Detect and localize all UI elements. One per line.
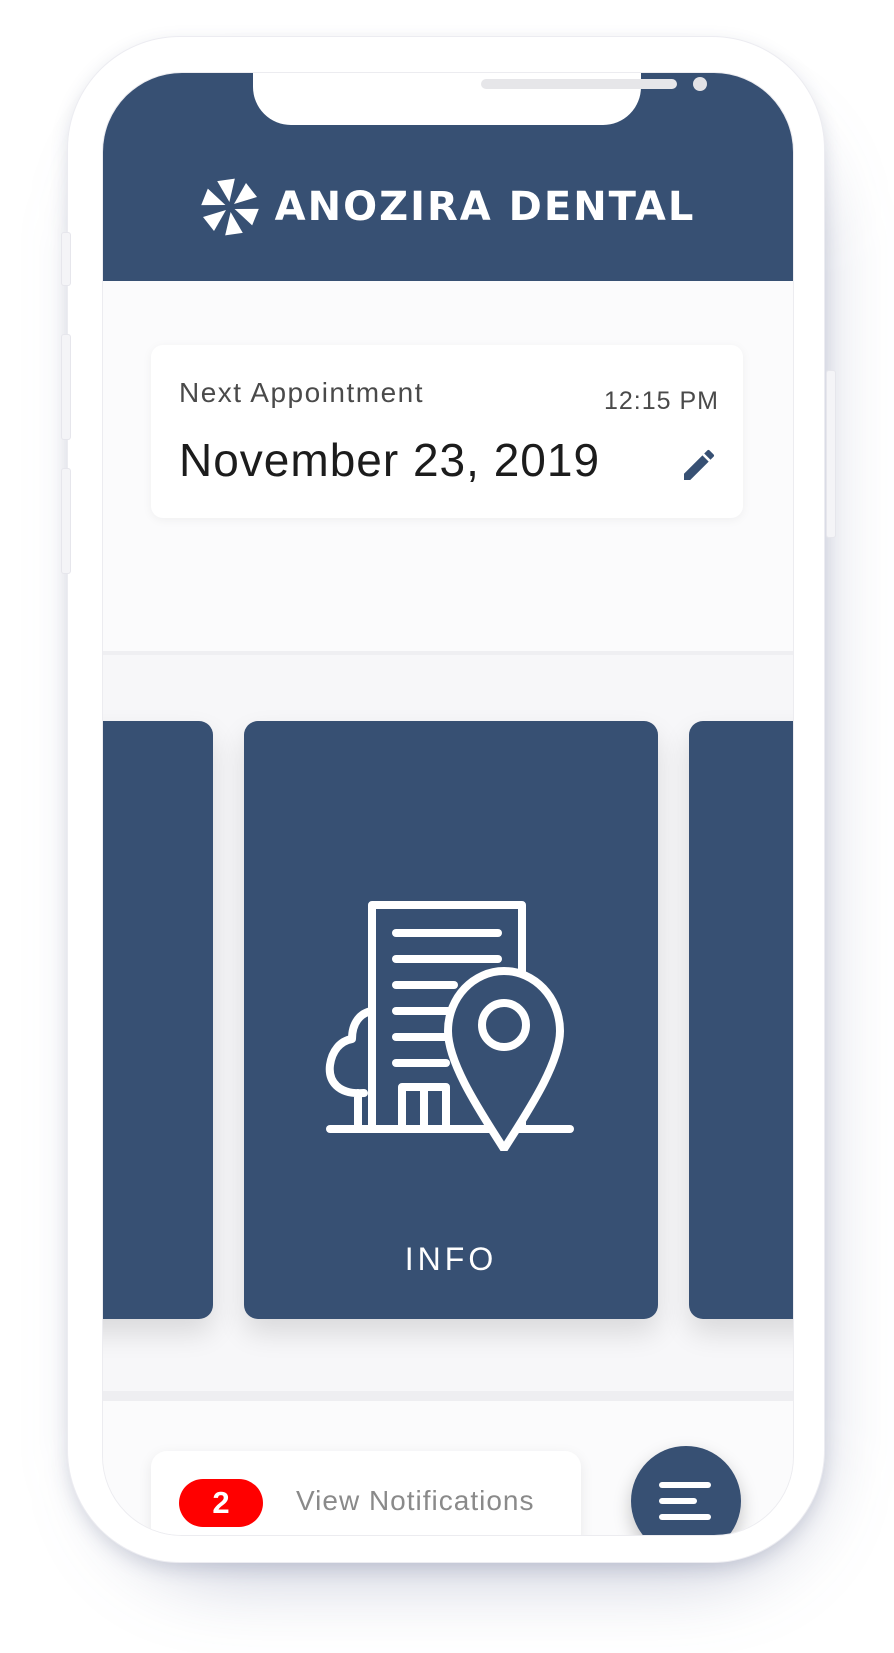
appointment-section: Next Appointment 12:15 PM November 23, 2… xyxy=(103,281,793,655)
notification-count-badge: 2 xyxy=(179,1479,263,1527)
carousel-card-label: INFO xyxy=(404,1241,498,1277)
carousel-card-next[interactable] xyxy=(689,721,793,1319)
section-divider-bottom xyxy=(103,1391,793,1401)
app-header: ANOZIRA DENTAL xyxy=(103,73,793,281)
view-notifications-label: View Notifications xyxy=(296,1485,535,1516)
app-stage: ANOZIRA DENTAL Next Appointment 12:15 PM… xyxy=(0,0,894,1653)
pinwheel-logo-icon xyxy=(200,178,259,236)
appointment-card[interactable]: Next Appointment 12:15 PM November 23, 2… xyxy=(151,345,743,518)
appointment-date: November 23, 2019 xyxy=(179,434,601,486)
brand: ANOZIRA DENTAL xyxy=(103,177,793,237)
appointment-time: 12:15 PM xyxy=(603,387,719,415)
side-button-volume-down xyxy=(61,468,71,574)
carousel-card-info[interactable]: INFO xyxy=(244,721,658,1319)
pencil-icon[interactable] xyxy=(679,445,719,485)
building-location-icon xyxy=(324,881,578,1153)
brand-name: ANOZIRA DENTAL xyxy=(274,184,696,230)
menu-button[interactable] xyxy=(631,1446,741,1535)
side-button-mute xyxy=(61,232,71,286)
appointment-label: Next Appointment xyxy=(179,377,425,408)
feature-carousel[interactable]: INFO xyxy=(103,655,793,1392)
front-camera xyxy=(693,77,707,91)
side-button-volume-up xyxy=(61,334,71,440)
view-notifications-button[interactable]: 2 View Notifications xyxy=(151,1451,581,1535)
speaker-grille xyxy=(481,79,677,89)
phone-screen: ANOZIRA DENTAL Next Appointment 12:15 PM… xyxy=(102,72,794,1536)
carousel-card-previous[interactable] xyxy=(103,721,213,1319)
phone-notch xyxy=(253,73,707,125)
menu-lines-icon xyxy=(659,1482,711,1520)
bottom-bar: 2 View Notifications xyxy=(103,1401,793,1535)
side-button-power xyxy=(826,370,836,538)
